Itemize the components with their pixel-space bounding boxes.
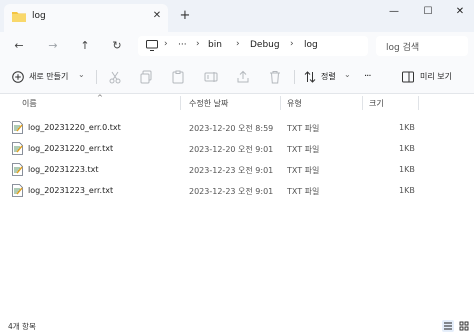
paste-icon[interactable] bbox=[170, 69, 186, 85]
text-file-icon bbox=[12, 163, 23, 176]
plus-circle-icon bbox=[12, 71, 24, 83]
column-header-size[interactable]: 크기 bbox=[369, 98, 384, 109]
preview-pane-icon bbox=[402, 71, 414, 83]
new-button[interactable]: 새로 만들기 ⌄ bbox=[12, 69, 88, 85]
search-input[interactable]: log 검색 bbox=[376, 36, 468, 56]
details-view-icon[interactable] bbox=[442, 320, 454, 332]
file-modified: 2023-12-23 오전 9:01 bbox=[189, 187, 274, 196]
text-file-icon bbox=[12, 142, 23, 155]
chevron-right-icon: › bbox=[164, 39, 168, 49]
minimize-button[interactable]: — bbox=[384, 4, 404, 20]
file-size: 1KB bbox=[399, 186, 415, 195]
sort-ascending-icon: ^ bbox=[97, 94, 103, 102]
text-file-icon bbox=[12, 184, 23, 197]
more-crumbs-button[interactable]: ··· bbox=[178, 40, 187, 50]
sort-button[interactable]: 정렬 ⌄ bbox=[304, 69, 354, 85]
column-divider[interactable] bbox=[280, 96, 281, 110]
copy-icon[interactable] bbox=[138, 69, 154, 85]
preview-pane-button[interactable]: 미리 보기 bbox=[402, 69, 468, 85]
column-divider[interactable] bbox=[180, 96, 181, 110]
column-header-type[interactable]: 유형 bbox=[287, 98, 302, 109]
file-name: log_20231220_err.0.txt bbox=[28, 123, 121, 132]
table-row[interactable]: log_20231220_err.0.txt 2023-12-20 오전 8:5… bbox=[8, 118, 466, 138]
window-close-button[interactable]: ✕ bbox=[450, 4, 470, 20]
refresh-button[interactable]: ↻ bbox=[108, 37, 126, 55]
new-button-label: 새로 만들기 bbox=[29, 72, 69, 81]
cut-icon[interactable] bbox=[107, 69, 123, 85]
monitor-icon bbox=[146, 40, 158, 51]
column-header-name[interactable]: 이름 bbox=[22, 98, 37, 109]
back-button[interactable]: ← bbox=[10, 37, 28, 55]
file-type: TXT 파일 bbox=[287, 145, 320, 154]
preview-pane-label: 미리 보기 bbox=[420, 72, 452, 81]
breadcrumb-debug[interactable]: Debug bbox=[250, 40, 280, 50]
table-row[interactable]: log_20231223_err.txt 2023-12-23 오전 9:01 … bbox=[8, 181, 466, 201]
file-name: log_20231223.txt bbox=[28, 165, 99, 174]
breadcrumb[interactable]: › ··· › bin › Debug › log bbox=[138, 36, 368, 56]
rename-icon[interactable] bbox=[203, 69, 219, 85]
divider bbox=[96, 70, 97, 84]
chevron-down-icon: ⌄ bbox=[78, 70, 85, 79]
delete-icon[interactable] bbox=[267, 69, 283, 85]
tab-log[interactable]: log ✕ bbox=[4, 4, 168, 32]
up-button[interactable]: ↑ bbox=[76, 37, 94, 55]
file-name: log_20231220_err.txt bbox=[28, 144, 114, 153]
command-bar: 새로 만들기 ⌄ 정렬 ⌄ ··· 미리 보기 bbox=[0, 60, 474, 94]
chevron-right-icon: › bbox=[236, 39, 240, 49]
close-icon[interactable]: ✕ bbox=[150, 9, 164, 23]
file-type: TXT 파일 bbox=[287, 166, 320, 175]
file-size: 1KB bbox=[399, 165, 415, 174]
chevron-down-icon: ⌄ bbox=[344, 70, 351, 79]
column-divider[interactable] bbox=[362, 96, 363, 110]
chevron-right-icon: › bbox=[196, 39, 200, 49]
share-icon[interactable] bbox=[235, 69, 251, 85]
sort-button-label: 정렬 bbox=[321, 72, 336, 81]
item-count: 4개 항목 bbox=[8, 322, 36, 331]
file-type: TXT 파일 bbox=[287, 187, 320, 196]
file-modified: 2023-12-20 오전 8:59 bbox=[189, 124, 274, 133]
divider bbox=[294, 70, 295, 84]
sort-icon bbox=[304, 71, 316, 83]
title-bar: log ✕ + — ☐ ✕ bbox=[0, 0, 474, 32]
text-file-icon bbox=[12, 121, 23, 134]
search-placeholder: log 검색 bbox=[386, 43, 420, 53]
file-list: ^ 이름 수정한 날짜 유형 크기 log_20231220_err.0.txt… bbox=[0, 94, 474, 316]
column-divider[interactable] bbox=[418, 96, 419, 110]
chevron-right-icon: › bbox=[290, 39, 294, 49]
table-row[interactable]: log_20231220_err.txt 2023-12-20 오전 9:01 … bbox=[8, 139, 466, 159]
breadcrumb-log[interactable]: log bbox=[304, 40, 318, 50]
new-tab-button[interactable]: + bbox=[178, 9, 192, 23]
tab-title: log bbox=[32, 11, 46, 21]
tiles-view-icon[interactable] bbox=[458, 320, 470, 332]
maximize-button[interactable]: ☐ bbox=[418, 4, 438, 20]
forward-button[interactable]: → bbox=[44, 37, 62, 55]
status-bar: 4개 항목 bbox=[0, 316, 474, 336]
file-size: 1KB bbox=[399, 123, 415, 132]
more-options-button[interactable]: ··· bbox=[364, 69, 371, 85]
address-bar: ← → ↑ ↻ › ··· › bin › Debug › log log 검색 bbox=[0, 32, 474, 60]
file-modified: 2023-12-20 오전 9:01 bbox=[189, 145, 274, 154]
table-row[interactable]: log_20231223.txt 2023-12-23 오전 9:01 TXT … bbox=[8, 160, 466, 180]
breadcrumb-bin[interactable]: bin bbox=[208, 40, 222, 50]
folder-icon bbox=[12, 12, 26, 22]
file-type: TXT 파일 bbox=[287, 124, 320, 133]
column-header-modified[interactable]: 수정한 날짜 bbox=[189, 98, 228, 109]
file-modified: 2023-12-23 오전 9:01 bbox=[189, 166, 274, 175]
file-name: log_20231223_err.txt bbox=[28, 186, 114, 195]
file-size: 1KB bbox=[399, 144, 415, 153]
